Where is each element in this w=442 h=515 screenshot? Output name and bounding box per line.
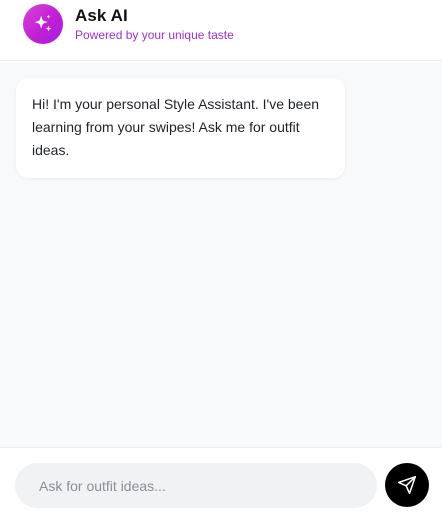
chat-area: Hi! I'm your personal Style Assistant. I…: [0, 61, 442, 447]
send-icon: [397, 475, 417, 495]
sparkles-icon: [34, 14, 52, 32]
assistant-message: Hi! I'm your personal Style Assistant. I…: [16, 78, 345, 178]
send-button[interactable]: [385, 463, 429, 507]
chat-app: Ask AI Powered by your unique taste Hi! …: [0, 0, 442, 515]
message-input[interactable]: [15, 463, 377, 508]
page-subtitle: Powered by your unique taste: [75, 28, 234, 42]
ai-logo: [23, 4, 63, 44]
composer: [0, 447, 442, 515]
header: Ask AI Powered by your unique taste: [0, 0, 442, 61]
page-title: Ask AI: [75, 6, 128, 25]
